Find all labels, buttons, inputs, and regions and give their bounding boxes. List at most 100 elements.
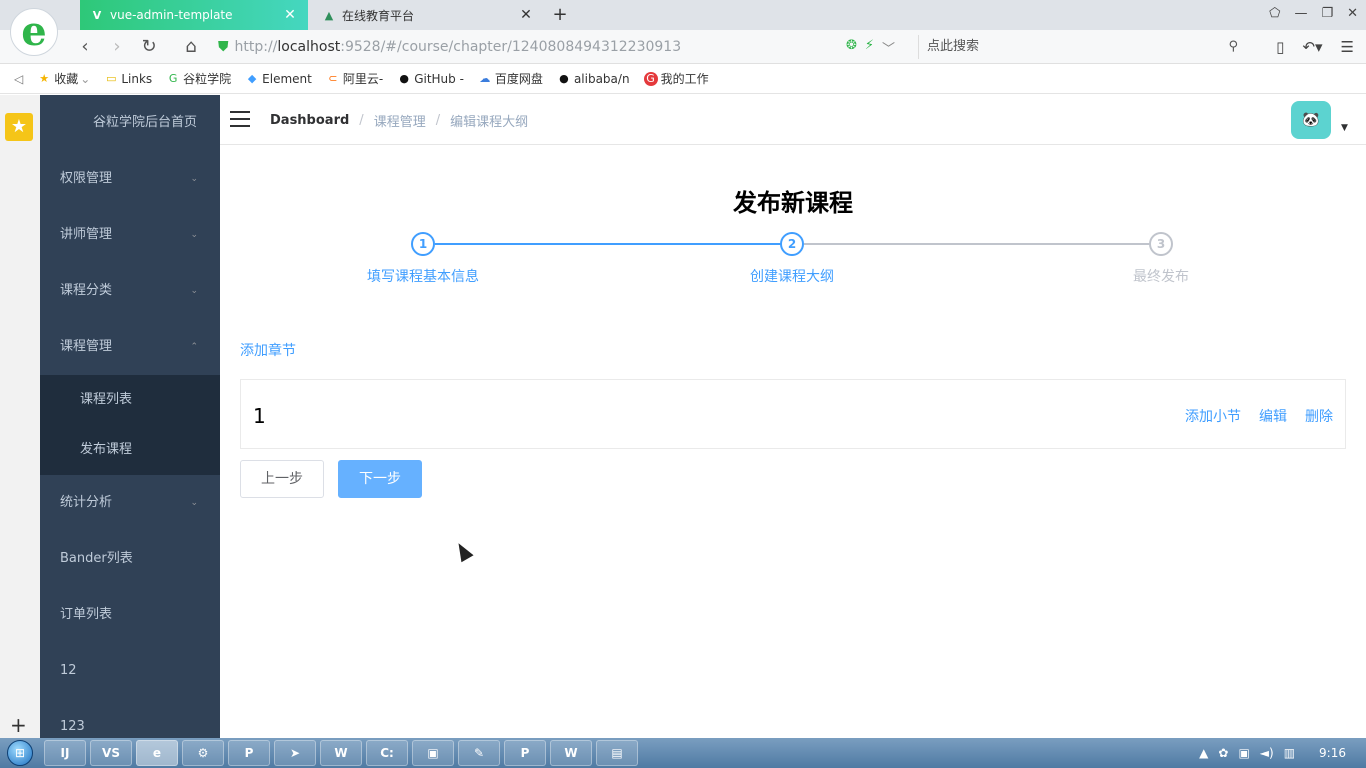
undo-icon[interactable]: ↶▾ <box>1302 38 1322 56</box>
sidebar-item-course-categories[interactable]: 课程分类 ⌄ <box>40 263 220 319</box>
collapse-sidebar-icon[interactable]: ◁ <box>14 72 23 86</box>
bookmarks-bar: ◁ ★ 收藏 ⌄ ▭ Links G 谷粒学院 ◆ Element ⊂ 阿里云- ● GitH… <box>0 64 1366 94</box>
add-section-button[interactable]: 添加小节 <box>1185 406 1241 426</box>
mobile-icon[interactable]: ▯ <box>1276 38 1284 56</box>
taskbar-app-word2[interactable]: W <box>550 740 592 766</box>
tray-app-icon[interactable]: ✿ <box>1218 746 1228 760</box>
bookmark-favorites[interactable]: ★ 收藏 ⌄ <box>37 70 90 87</box>
element-icon: ◆ <box>247 72 257 85</box>
taskbar-app-pen[interactable]: ✎ <box>458 740 500 766</box>
minimize-button[interactable]: — <box>1294 6 1307 21</box>
home-icon[interactable]: ⌂ <box>180 36 202 58</box>
bookmark-guli[interactable]: G 谷粒学院 <box>166 70 231 87</box>
search-icon[interactable]: ⚲ <box>1228 35 1238 59</box>
sidebar-subitem-course-list[interactable]: 课程列表 <box>40 375 220 425</box>
taskbar-app-settings[interactable]: ⚙ <box>182 740 224 766</box>
skin-icon[interactable]: ⬠ <box>1269 6 1280 21</box>
taskbar-app-p2[interactable]: P <box>504 740 546 766</box>
chevron-down-icon: ⌄ <box>190 498 198 508</box>
menu-icon[interactable]: ☰ <box>1341 38 1354 56</box>
sidebar-item-course-management[interactable]: 课程管理 ⌃ <box>40 319 220 375</box>
sidebar-item-statistics[interactable]: 统计分析 ⌄ <box>40 475 220 531</box>
guli-icon: G <box>168 72 178 85</box>
taskbar-app-p1[interactable]: P <box>228 740 270 766</box>
sidebar-item-permissions[interactable]: 权限管理 ⌄ <box>40 151 220 207</box>
bookmark-aliyun[interactable]: ⊂ 阿里云- <box>326 70 383 87</box>
tab-vue-admin-template[interactable]: V vue-admin-template ✕ <box>80 0 308 30</box>
chevron-down-icon: ⌄ <box>190 174 198 184</box>
close-tab-icon[interactable]: ✕ <box>282 7 298 23</box>
green-refresh-icon[interactable]: ❂ <box>846 38 857 57</box>
page-title: 发布新课程 <box>733 189 853 217</box>
bookmark-my-work[interactable]: G 我的工作 <box>643 70 709 87</box>
tab-title: 在线教育平台 <box>342 8 415 23</box>
avatar[interactable]: 🐼 <box>1291 101 1331 139</box>
taskbar-app-word[interactable]: W <box>320 740 362 766</box>
taskbar-app-arrow[interactable]: ➤ <box>274 740 316 766</box>
sidebar-item-label: 课程管理 <box>60 339 113 354</box>
delete-chapter-button[interactable]: 删除 <box>1305 406 1333 426</box>
navbar: Dashboard / 课程管理 / 编辑课程大纲 🐼 ▼ <box>220 95 1366 145</box>
bookmark-label: GitHub - <box>414 71 464 86</box>
caret-down-icon[interactable]: ▼ <box>1341 123 1348 133</box>
add-chapter-button[interactable]: 添加章节 <box>240 340 296 360</box>
new-tab-button[interactable]: + <box>550 4 570 25</box>
taskbar-app-vscode[interactable]: VS <box>90 740 132 766</box>
back-icon[interactable]: ‹ <box>74 36 96 58</box>
lightning-icon[interactable]: ⚡ <box>865 38 874 57</box>
browser-logo[interactable]: e <box>10 8 58 56</box>
bookmark-baidu-pan[interactable]: ☁ 百度网盘 <box>478 70 543 87</box>
favorites-star-icon[interactable]: ★ <box>5 113 33 141</box>
chevron-down-icon[interactable]: ﹀ <box>882 38 895 57</box>
step-1-label: 填写课程基本信息 <box>367 269 479 285</box>
start-button[interactable]: ⊞ <box>0 738 40 768</box>
sidebar-subitem-publish-course[interactable]: 发布课程 <box>40 425 220 475</box>
restore-button[interactable]: ❐ <box>1321 6 1333 21</box>
edit-chapter-button[interactable]: 编辑 <box>1259 406 1287 426</box>
bookmark-label: 我的工作 <box>660 72 709 86</box>
bookmark-github[interactable]: ● GitHub - <box>397 72 464 86</box>
url-input[interactable]: ⛊ http://localhost:9528/#/course/chapter… <box>218 35 912 59</box>
chevron-down-icon: ⌄ <box>190 286 198 296</box>
sidebar-item-123[interactable]: 123 <box>40 699 220 738</box>
previous-step-button[interactable]: 上一步 <box>240 460 324 498</box>
sidebar-item-order-list[interactable]: 订单列表 <box>40 587 220 643</box>
tab-online-education[interactable]: ▲ 在线教育平台 ✕ <box>312 0 544 30</box>
taskbar-app-explorer[interactable]: ▤ <box>596 740 638 766</box>
tray-device-icon[interactable]: ▣ <box>1238 746 1249 760</box>
sidebar-item-bander-list[interactable]: Bander列表 <box>40 531 220 587</box>
taskbar-app-window[interactable]: ▣ <box>412 740 454 766</box>
bookmark-links[interactable]: ▭ Links <box>104 72 152 86</box>
bookmark-label: 谷粒学院 <box>183 72 232 86</box>
taskbar-app-browser[interactable]: e <box>136 740 178 766</box>
close-window-button[interactable]: ✕ <box>1347 6 1358 21</box>
close-tab-icon[interactable]: ✕ <box>518 7 534 23</box>
network-icon[interactable]: ▥ <box>1284 746 1295 760</box>
forward-icon[interactable]: › <box>106 36 128 58</box>
breadcrumb-dashboard[interactable]: Dashboard <box>270 113 349 128</box>
step-2-icon: 2 <box>780 232 804 256</box>
taskbar-app-cmd[interactable]: C: <box>366 740 408 766</box>
taskbar-app-intellij[interactable]: IJ <box>44 740 86 766</box>
step-3-icon: 3 <box>1149 232 1173 256</box>
clock[interactable]: 9:16 <box>1319 746 1346 760</box>
tray-expand-icon[interactable]: ▲ <box>1199 746 1208 760</box>
add-icon[interactable]: + <box>10 713 27 737</box>
bookmark-alibaba[interactable]: ● alibaba/n <box>557 72 629 86</box>
step-3-label: 最终发布 <box>1133 269 1189 285</box>
sidebar-item-teachers[interactable]: 讲师管理 ⌄ <box>40 207 220 263</box>
sidebar-item-12[interactable]: 12 <box>40 643 220 699</box>
sidebar-item-label: 权限管理 <box>60 171 113 186</box>
bookmark-label: 阿里云- <box>342 72 384 86</box>
breadcrumb-course-management: 课程管理 <box>373 114 426 130</box>
bookmark-element[interactable]: ◆ Element <box>245 72 312 86</box>
aliyun-icon: ⊂ <box>328 72 338 85</box>
volume-icon[interactable]: ◄) <box>1260 746 1274 760</box>
bookmark-label: 百度网盘 <box>494 72 543 86</box>
sidebar-title[interactable]: 谷粒学院后台首页 <box>40 95 220 151</box>
url-host: localhost <box>277 39 341 55</box>
refresh-icon[interactable]: ↻ <box>138 36 160 58</box>
next-step-button[interactable]: 下一步 <box>338 460 422 498</box>
hamburger-menu-icon[interactable] <box>230 111 250 129</box>
search-input[interactable]: 点此搜索 ⚲ <box>918 35 1244 59</box>
